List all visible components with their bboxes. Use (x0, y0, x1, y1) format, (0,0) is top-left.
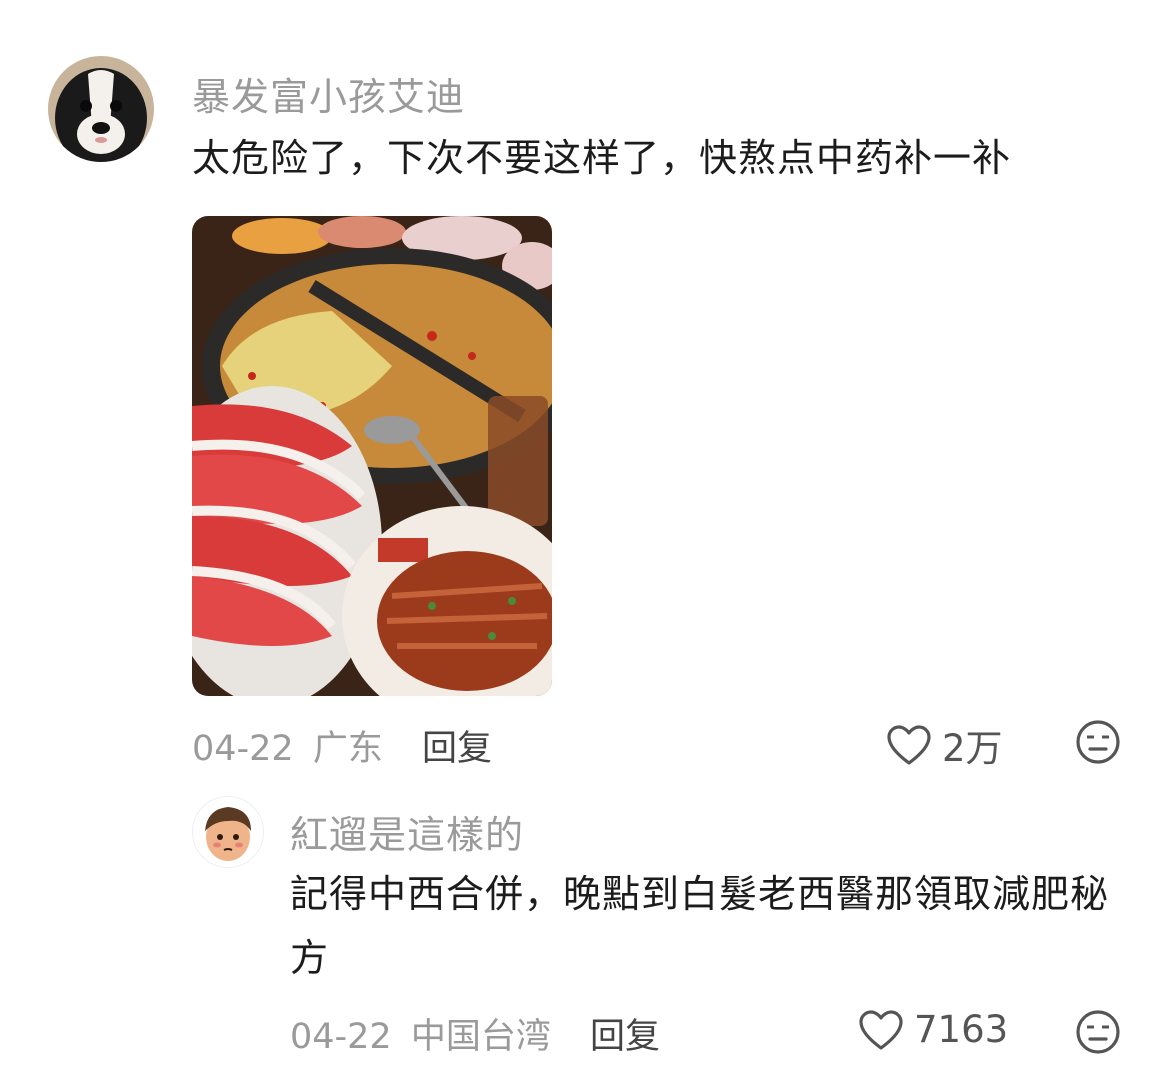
user-avatar[interactable] (192, 796, 264, 868)
comment-meta: 04-22 广东 回复 (192, 720, 492, 771)
user-avatar[interactable] (48, 56, 154, 162)
like-count: 2万 (942, 727, 1003, 770)
cartoon-boy-avatar-icon (193, 797, 263, 867)
comment-date: 04-22 (290, 1017, 392, 1057)
comment-meta: 04-22 中国台湾 回复 (290, 1008, 660, 1059)
heart-icon (859, 1009, 903, 1050)
like-count: 7163 (914, 1008, 1009, 1051)
comment-date: 04-22 (192, 729, 294, 769)
meh-face-icon (1076, 720, 1120, 764)
comment-text: 記得中西合併，晚點到白髮老西醫那領取減肥秘方 (290, 872, 1110, 980)
username[interactable]: 紅遛是這樣的 (290, 804, 524, 859)
hotpot-photo (192, 216, 552, 696)
comment-location: 广东 (312, 729, 383, 769)
meh-face-icon (1076, 1010, 1120, 1054)
username[interactable]: 暴发富小孩艾迪 (192, 66, 465, 121)
dislike-button[interactable] (1074, 1008, 1122, 1060)
reply-button[interactable]: 回复 (590, 1017, 660, 1057)
reply-button[interactable]: 回复 (422, 729, 492, 769)
dog-avatar-icon (48, 56, 154, 162)
like-button[interactable]: 2万 (886, 718, 1003, 772)
heart-icon (887, 725, 931, 765)
like-button[interactable]: 7163 (858, 1008, 1008, 1051)
comment-location: 中国台湾 (410, 1017, 551, 1057)
comment-text: 太危险了，下次不要这样了，快熬点中药补一补 (192, 136, 1012, 180)
dislike-button[interactable] (1074, 718, 1122, 770)
comment-image[interactable] (192, 216, 552, 696)
